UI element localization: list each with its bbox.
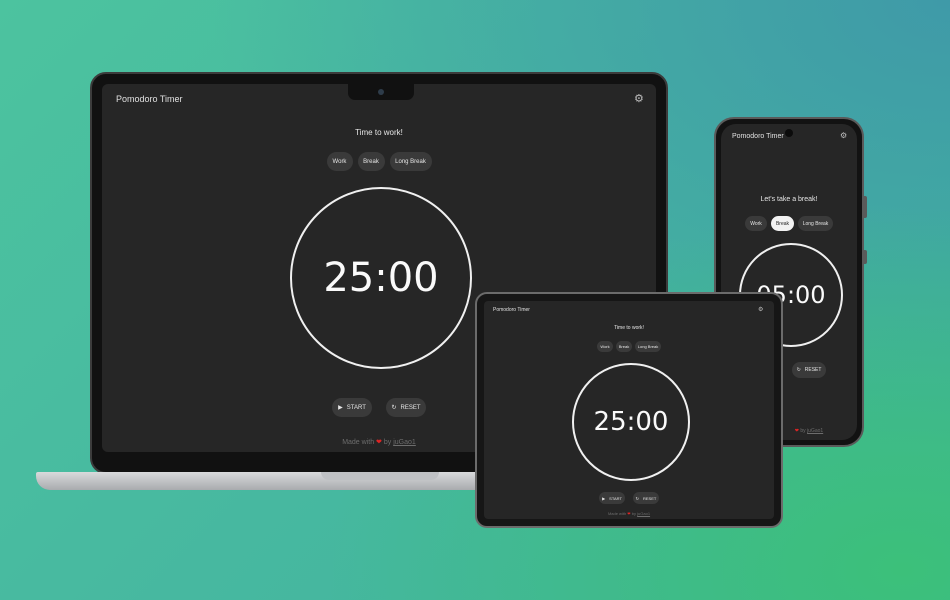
reset-button[interactable]: ↻ RESET bbox=[386, 398, 426, 417]
heart-icon: ❤ bbox=[627, 511, 631, 516]
mode-long-break-button[interactable]: Long Break bbox=[635, 341, 661, 352]
footer-author-link[interactable]: juGao1 bbox=[637, 511, 650, 516]
footer-by: by bbox=[800, 428, 806, 434]
reset-label: RESET bbox=[804, 367, 822, 373]
footer-by: by bbox=[383, 439, 392, 446]
mode-work-button[interactable]: Work bbox=[597, 341, 613, 352]
reset-label: RESET bbox=[400, 404, 421, 411]
phone-side-button bbox=[864, 196, 867, 218]
footer-author-link[interactable]: juGao1 bbox=[807, 428, 823, 434]
mode-long-break-button[interactable]: Long Break bbox=[798, 216, 833, 231]
timer-ring: 25:00 bbox=[290, 187, 472, 369]
timer-display: 25:00 bbox=[593, 407, 669, 437]
mode-long-break-button[interactable]: Long Break bbox=[389, 152, 432, 171]
mode-break-button[interactable]: Break bbox=[771, 216, 794, 231]
start-label: START bbox=[346, 404, 366, 411]
mode-selector: Work Break Long Break bbox=[484, 341, 774, 352]
mode-selector: Work Break Long Break bbox=[102, 152, 656, 171]
app-title: Pomodoro Timer bbox=[493, 307, 530, 313]
mode-selector: Work Break Long Break bbox=[721, 216, 857, 231]
start-label: START bbox=[609, 495, 622, 501]
phone-side-button bbox=[864, 250, 867, 264]
timer-ring: 25:00 bbox=[572, 363, 690, 481]
reset-button[interactable]: ↻ RESET bbox=[792, 362, 826, 378]
play-icon: ▶ bbox=[338, 405, 343, 411]
app-title: Pomodoro Timer bbox=[116, 94, 183, 104]
reset-button[interactable]: ↻ RESET bbox=[633, 492, 659, 504]
settings-gear-icon[interactable]: ⚙ bbox=[758, 306, 763, 313]
refresh-icon: ↻ bbox=[391, 405, 397, 411]
settings-gear-icon[interactable]: ⚙ bbox=[634, 92, 644, 105]
laptop-camera bbox=[378, 89, 384, 95]
mode-work-button[interactable]: Work bbox=[326, 152, 353, 171]
footer-prefix: Made with bbox=[342, 439, 375, 446]
refresh-icon: ↻ bbox=[635, 495, 639, 501]
timer-controls: ▶ START ↻ RESET bbox=[484, 492, 774, 504]
app-title: Pomodoro Timer bbox=[732, 133, 784, 140]
reset-label: RESET bbox=[643, 495, 657, 501]
laptop-notch bbox=[348, 84, 414, 100]
mode-work-button[interactable]: Work bbox=[745, 216, 767, 231]
tablet-screen: Pomodoro Timer ⚙ Time to work! Work Brea… bbox=[484, 301, 774, 519]
status-message: Time to work! bbox=[355, 128, 403, 137]
laptop-trackpad-notch bbox=[321, 472, 439, 480]
heart-icon: ❤ bbox=[376, 439, 382, 446]
status-message: Time to work! bbox=[614, 325, 644, 331]
footer-author-link[interactable]: juGao1 bbox=[393, 439, 416, 446]
status-message: Let's take a break! bbox=[760, 196, 818, 203]
start-button[interactable]: ▶ START bbox=[599, 492, 625, 504]
play-icon: ▶ bbox=[602, 495, 606, 501]
heart-icon: ❤ bbox=[794, 428, 799, 434]
phone-camera bbox=[785, 129, 793, 137]
footer-credit: Made with ❤ by juGao1 bbox=[484, 511, 774, 516]
mode-break-button[interactable]: Break bbox=[357, 152, 385, 171]
start-button[interactable]: ▶ START bbox=[332, 398, 372, 417]
footer-by: by bbox=[631, 511, 637, 516]
footer-prefix: Made with bbox=[607, 511, 627, 516]
timer-display: 25:00 bbox=[323, 255, 439, 301]
refresh-icon: ↻ bbox=[796, 367, 801, 373]
mode-break-button[interactable]: Break bbox=[616, 341, 632, 352]
tablet-device: Pomodoro Timer ⚙ Time to work! Work Brea… bbox=[475, 292, 783, 528]
settings-gear-icon[interactable]: ⚙ bbox=[840, 131, 847, 140]
